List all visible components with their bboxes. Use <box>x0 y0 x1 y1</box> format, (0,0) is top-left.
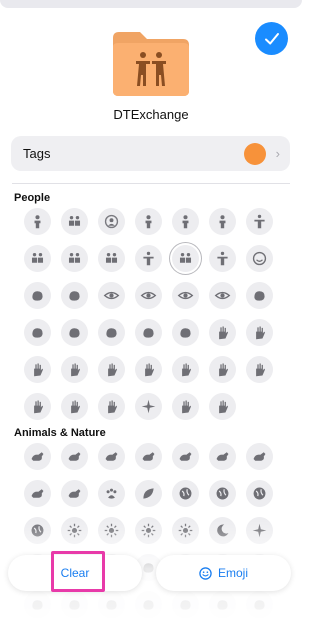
figure-symbol-icon[interactable] <box>209 245 236 272</box>
folder-icon <box>113 32 189 96</box>
leaf-symbol-icon[interactable] <box>135 480 162 507</box>
animal-symbol-icon[interactable] <box>209 443 236 470</box>
person-symbol-icon[interactable] <box>209 208 236 235</box>
tags-label: Tags <box>23 146 51 161</box>
blob-symbol-icon[interactable] <box>61 319 88 346</box>
hand-symbol-icon[interactable] <box>209 393 236 420</box>
eye-symbol-icon[interactable] <box>98 282 125 309</box>
blob-symbol-icon[interactable] <box>98 319 125 346</box>
globe-symbol-icon[interactable] <box>246 480 273 507</box>
eye-symbol-icon[interactable] <box>172 282 199 309</box>
animal-symbol-icon[interactable] <box>24 443 51 470</box>
smile-symbol-icon[interactable] <box>246 245 273 272</box>
figure-symbol-icon[interactable] <box>135 245 162 272</box>
pair-symbol-icon[interactable] <box>61 245 88 272</box>
tags-row[interactable]: Tags › <box>11 136 290 171</box>
emoji-label: Emoji <box>217 566 248 580</box>
blob-symbol-icon[interactable] <box>61 282 88 309</box>
done-button[interactable] <box>255 22 288 55</box>
animal-symbol-icon[interactable] <box>135 443 162 470</box>
folder-name: DTExchange <box>113 107 189 122</box>
chevron-right-icon: › <box>275 146 280 161</box>
pair-symbol-icon[interactable] <box>98 245 125 272</box>
smiley-icon <box>199 566 212 580</box>
person-symbol-icon[interactable] <box>24 208 51 235</box>
animal-symbol-icon[interactable] <box>246 443 273 470</box>
pair-symbol-icon[interactable] <box>61 208 88 235</box>
figure-symbol-icon[interactable] <box>246 208 273 235</box>
hand-symbol-icon[interactable] <box>61 356 88 383</box>
hand-symbol-icon[interactable] <box>61 393 88 420</box>
people-icon-grid <box>24 208 273 420</box>
eye-symbol-icon[interactable] <box>135 282 162 309</box>
divider <box>12 183 290 184</box>
blob-symbol-icon[interactable] <box>24 282 51 309</box>
hand-symbol-icon[interactable] <box>98 356 125 383</box>
animal-symbol-icon[interactable] <box>61 480 88 507</box>
tag-color-dot <box>243 142 266 165</box>
hand-symbol-icon[interactable] <box>24 356 51 383</box>
sparkle-symbol-icon[interactable] <box>135 393 162 420</box>
emoji-button[interactable]: Emoji <box>156 555 291 591</box>
section-title-people: People <box>14 192 51 204</box>
hand-symbol-icon[interactable] <box>246 356 273 383</box>
hand-symbol-icon[interactable] <box>24 393 51 420</box>
blob-symbol-icon[interactable] <box>135 319 162 346</box>
globe-symbol-icon[interactable] <box>209 480 236 507</box>
checkmark-icon <box>264 32 279 44</box>
hand-symbol-icon[interactable] <box>172 356 199 383</box>
animal-symbol-icon[interactable] <box>61 443 88 470</box>
eye-symbol-icon[interactable] <box>209 282 236 309</box>
annotation-highlight-box <box>51 551 105 592</box>
globe-symbol-icon[interactable] <box>172 480 199 507</box>
pair-symbol-icon[interactable] <box>172 245 199 272</box>
animal-symbol-icon[interactable] <box>24 480 51 507</box>
blob-symbol-icon[interactable] <box>24 319 51 346</box>
blob-symbol-icon[interactable] <box>246 282 273 309</box>
hand-symbol-icon[interactable] <box>246 319 273 346</box>
hand-symbol-icon[interactable] <box>172 393 199 420</box>
blob-symbol-icon[interactable] <box>172 319 199 346</box>
person-symbol-icon[interactable] <box>172 208 199 235</box>
animal-symbol-icon[interactable] <box>172 443 199 470</box>
hand-symbol-icon[interactable] <box>135 356 162 383</box>
sheet-handle-area <box>0 0 302 8</box>
hand-symbol-icon[interactable] <box>209 356 236 383</box>
circleFace-symbol-icon[interactable] <box>98 208 125 235</box>
section-title-animals: Animals & Nature <box>14 427 106 439</box>
paw-symbol-icon[interactable] <box>98 480 125 507</box>
animal-symbol-icon[interactable] <box>98 443 125 470</box>
hand-symbol-icon[interactable] <box>209 319 236 346</box>
pair-symbol-icon[interactable] <box>24 245 51 272</box>
person-symbol-icon[interactable] <box>135 208 162 235</box>
hand-symbol-icon[interactable] <box>98 393 125 420</box>
